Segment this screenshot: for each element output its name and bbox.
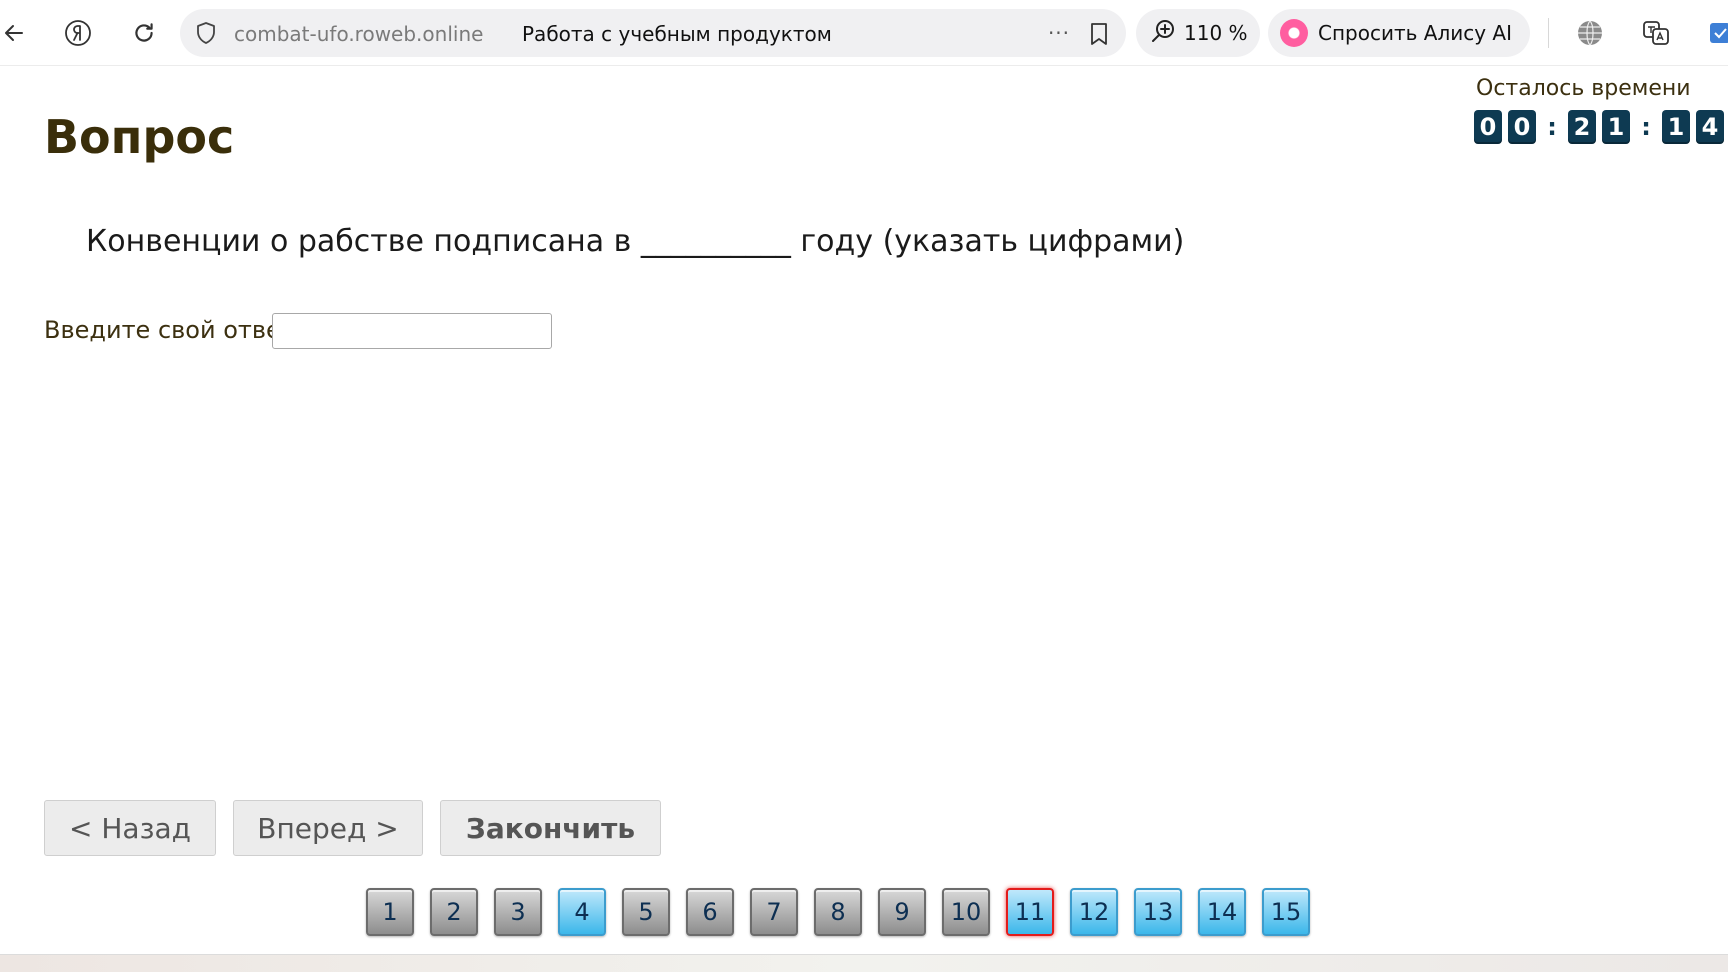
timer-digit: 2	[1568, 110, 1596, 144]
timer-separator: :	[1641, 113, 1651, 141]
zoom-level: 110 %	[1184, 21, 1248, 45]
finish-button[interactable]: Закончить	[440, 800, 661, 856]
translate-icon[interactable]	[1636, 13, 1676, 53]
question-nav-button[interactable]: 3	[494, 888, 542, 936]
back-button[interactable]: < Назад	[44, 800, 216, 856]
reload-icon[interactable]	[124, 13, 164, 53]
timer-separator: :	[1547, 113, 1557, 141]
yandex-logo-icon[interactable]	[58, 13, 98, 53]
timer-digit: 0	[1474, 110, 1502, 144]
question-nav-button[interactable]: 5	[622, 888, 670, 936]
bookmark-icon[interactable]	[1086, 21, 1112, 47]
time-remaining-label: Осталось времени	[1476, 76, 1691, 101]
question-nav-button[interactable]: 13	[1134, 888, 1182, 936]
timer-digit: 1	[1602, 110, 1630, 144]
timer-digit: 1	[1662, 110, 1690, 144]
countdown-timer: 0 0 : 2 1 : 1 4	[1474, 110, 1724, 144]
question-nav-button[interactable]: 4	[558, 888, 606, 936]
timer-digit: 4	[1696, 110, 1724, 144]
taskbar-strip	[0, 954, 1728, 972]
ask-alice-button[interactable]: Спросить Алису AI	[1268, 9, 1530, 57]
shield-icon[interactable]	[194, 21, 218, 45]
question-nav-button[interactable]: 10	[942, 888, 990, 936]
tab-title: Работа с учебным продуктом	[522, 22, 832, 46]
question-nav-button[interactable]: 6	[686, 888, 734, 936]
browser-toolbar: combat-ufo.roweb.online Работа с учебным…	[0, 0, 1728, 66]
question-nav-button[interactable]: 2	[430, 888, 478, 936]
more-options-icon[interactable]: ···	[1042, 19, 1076, 47]
question-text: Конвенции о рабстве подписана в ________…	[86, 224, 1185, 259]
alice-icon	[1280, 19, 1308, 47]
answer-label: Введите свой ответ	[44, 316, 295, 344]
question-nav-button[interactable]: 8	[814, 888, 862, 936]
question-nav-button[interactable]: 12	[1070, 888, 1118, 936]
address-bar[interactable]: combat-ufo.roweb.online Работа с учебным…	[180, 9, 1126, 57]
question-nav-button-current[interactable]: 11	[1006, 888, 1054, 936]
question-nav-button[interactable]: 14	[1198, 888, 1246, 936]
ask-alice-label: Спросить Алису AI	[1318, 21, 1512, 45]
back-arrow-icon[interactable]	[0, 13, 34, 53]
timer-digit: 0	[1508, 110, 1536, 144]
question-nav-button[interactable]: 7	[750, 888, 798, 936]
address-host: combat-ufo.roweb.online	[234, 22, 484, 46]
zoom-button[interactable]: 110 %	[1136, 9, 1260, 57]
question-nav-button[interactable]: 9	[878, 888, 926, 936]
zoom-in-icon	[1150, 18, 1176, 48]
globe-icon[interactable]	[1570, 13, 1610, 53]
question-nav-button[interactable]: 1	[366, 888, 414, 936]
question-nav-button[interactable]: 15	[1262, 888, 1310, 936]
answer-input[interactable]	[272, 313, 552, 349]
question-navigation: 1 2 3 4 5 6 7 8 9 10 11 12 13 14 15	[366, 888, 1310, 936]
extension-icon[interactable]	[1700, 13, 1728, 53]
forward-button[interactable]: Вперед >	[233, 800, 423, 856]
page-title: Вопрос	[44, 110, 235, 164]
toolbar-divider	[1548, 18, 1549, 48]
